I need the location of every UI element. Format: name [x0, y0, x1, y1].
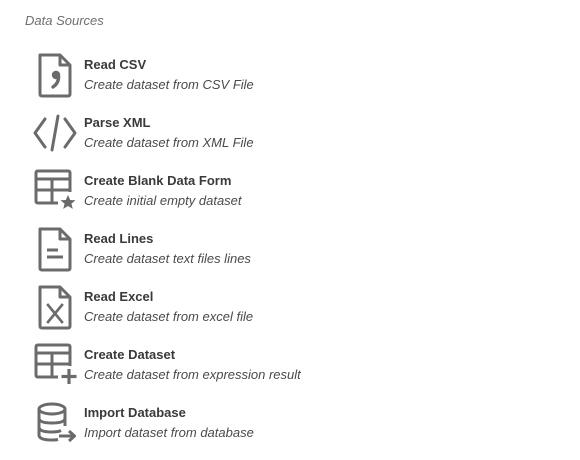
- item-description: Create dataset from excel file: [84, 309, 254, 324]
- item-description: Import dataset from database: [84, 425, 254, 440]
- list-item-import-database[interactable]: Import Database Import dataset from data…: [32, 400, 552, 458]
- csv-file-icon: [32, 52, 78, 98]
- item-description: Create dataset text files lines: [84, 251, 251, 266]
- list-item-read-csv[interactable]: Read CSV Create dataset from CSV File: [32, 52, 552, 110]
- table-star-icon: [32, 168, 78, 214]
- list-item-parse-xml[interactable]: Parse XML Create dataset from XML File: [32, 110, 552, 168]
- excel-file-icon: [32, 284, 78, 330]
- data-sources-list: Read CSV Create dataset from CSV File Pa…: [32, 52, 552, 458]
- item-title: Read CSV: [84, 57, 147, 72]
- item-title: Read Lines: [84, 231, 154, 246]
- list-item-read-excel[interactable]: Read Excel Create dataset from excel fil…: [32, 284, 552, 342]
- list-item-create-dataset[interactable]: Create Dataset Create dataset from expre…: [32, 342, 552, 400]
- item-description: Create dataset from expression result: [84, 367, 301, 382]
- database-import-icon: [32, 400, 78, 446]
- item-description: Create dataset from XML File: [84, 135, 254, 150]
- code-xml-icon: [32, 110, 78, 156]
- item-title: Import Database: [84, 405, 186, 420]
- list-item-read-lines[interactable]: Read Lines Create dataset text files lin…: [32, 226, 552, 284]
- text-file-icon: [32, 226, 78, 272]
- item-title: Create Dataset: [84, 347, 176, 362]
- item-description: Create dataset from CSV File: [84, 77, 254, 92]
- item-title: Parse XML: [84, 115, 151, 130]
- item-title: Create Blank Data Form: [84, 173, 232, 188]
- item-description: Create initial empty dataset: [84, 193, 242, 208]
- list-item-create-blank-data-form[interactable]: Create Blank Data Form Create initial em…: [32, 168, 552, 226]
- section-title: Data Sources: [25, 13, 104, 28]
- table-plus-icon: [32, 342, 78, 388]
- item-title: Read Excel: [84, 289, 154, 304]
